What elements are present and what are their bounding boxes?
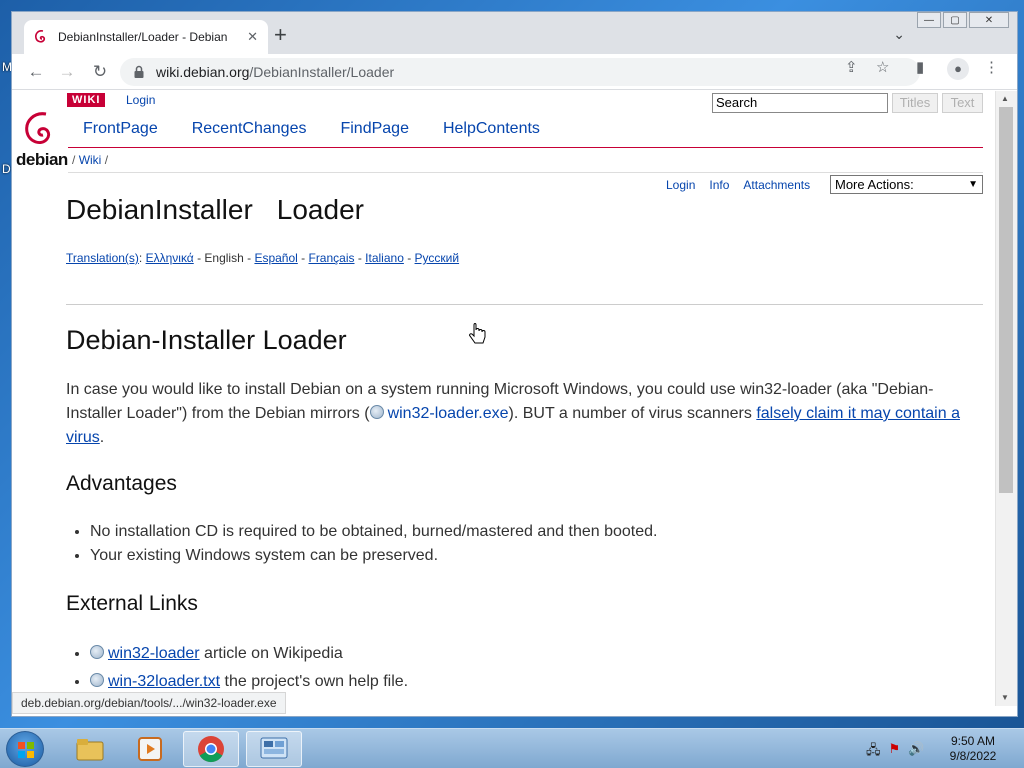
browser-tab[interactable]: DebianInstaller/Loader - Debian ✕ bbox=[24, 20, 268, 54]
translation-spanish[interactable]: Español bbox=[254, 251, 297, 265]
translation-italian[interactable]: Italiano bbox=[365, 251, 404, 265]
browser-window: DebianInstaller/Loader - Debian ✕ + ⌄ — … bbox=[11, 11, 1018, 717]
advantages-list: No installation CD is required to be obt… bbox=[90, 520, 657, 568]
list-item: No installation CD is required to be obt… bbox=[90, 520, 657, 544]
translation-french[interactable]: Français bbox=[308, 251, 354, 265]
globe-icon bbox=[90, 673, 104, 687]
clock[interactable]: 9:50 AM 9/8/2022 bbox=[940, 734, 1006, 764]
list-item: win32-loader article on Wikipedia bbox=[90, 640, 408, 668]
network-icon[interactable]: 🖧 bbox=[866, 741, 881, 763]
advantages-heading: Advantages bbox=[66, 472, 177, 495]
search-input[interactable]: Search bbox=[712, 93, 888, 113]
text-button[interactable]: Text bbox=[942, 93, 983, 113]
tab-title: DebianInstaller/Loader - Debian bbox=[58, 30, 228, 44]
taskbar-media-player[interactable] bbox=[122, 731, 178, 767]
close-tab-icon[interactable]: ✕ bbox=[247, 29, 258, 45]
menu-kebab-icon[interactable]: ⋮ bbox=[984, 58, 999, 76]
browser-toolbar: ← → ↻ wiki.debian.org/DebianInstaller/Lo… bbox=[12, 54, 1017, 90]
folder-icon bbox=[76, 739, 104, 761]
share-icon[interactable]: ⇪ bbox=[845, 58, 858, 76]
intro-paragraph: In case you would like to install Debian… bbox=[66, 381, 960, 446]
debian-swirl-icon bbox=[35, 30, 46, 43]
wiki-badge: WIKI bbox=[67, 93, 106, 107]
lock-icon bbox=[134, 65, 144, 78]
reload-icon[interactable]: ↻ bbox=[89, 61, 111, 83]
taskbar-control-panel[interactable] bbox=[246, 731, 302, 767]
scroll-down-icon[interactable]: ▼ bbox=[1001, 693, 1009, 702]
system-tray: 🖧 ⚑ 🔊 bbox=[866, 741, 924, 763]
nav-helpcontents[interactable]: HelpContents bbox=[443, 120, 540, 138]
vertical-scrollbar[interactable]: ▲ ▼ bbox=[995, 91, 1017, 706]
windows-logo-icon bbox=[18, 742, 34, 758]
action-login[interactable]: Login bbox=[666, 178, 695, 192]
globe-icon bbox=[369, 405, 384, 419]
address-bar[interactable]: wiki.debian.org/DebianInstaller/Loader bbox=[120, 58, 920, 86]
nav-recentchanges[interactable]: RecentChanges bbox=[192, 120, 307, 138]
breadcrumb-wiki[interactable]: Wiki bbox=[79, 153, 102, 167]
debian-logo-icon[interactable] bbox=[16, 108, 68, 156]
volume-icon[interactable]: 🔊 bbox=[908, 741, 924, 763]
breadcrumb-divider bbox=[68, 172, 983, 173]
address-url: wiki.debian.org/DebianInstaller/Loader bbox=[156, 64, 395, 80]
external-links-list: win32-loader article on Wikipedia win-32… bbox=[90, 640, 408, 696]
breadcrumb: / Wiki / bbox=[72, 153, 109, 167]
control-panel-icon bbox=[260, 737, 288, 759]
login-link[interactable]: Login bbox=[126, 93, 155, 107]
tab-search-icon[interactable]: ⌄ bbox=[893, 26, 905, 43]
minimize-button[interactable]: — bbox=[917, 12, 941, 28]
profile-avatar-icon[interactable]: ● bbox=[947, 58, 969, 80]
status-bar: deb.debian.org/debian/tools/.../win32-lo… bbox=[12, 692, 286, 714]
translation-russian[interactable]: Русский bbox=[415, 251, 460, 265]
start-button[interactable] bbox=[6, 731, 44, 767]
wiki-nav: FrontPage RecentChanges FindPage HelpCon… bbox=[83, 120, 540, 138]
forward-icon[interactable]: → bbox=[56, 61, 78, 83]
scroll-thumb[interactable] bbox=[999, 107, 1013, 493]
titles-button[interactable]: Titles bbox=[892, 93, 938, 113]
scroll-up-icon[interactable]: ▲ bbox=[1001, 94, 1009, 103]
chevron-down-icon: ▼ bbox=[968, 179, 978, 190]
side-panel-icon[interactable]: ▮ bbox=[916, 58, 924, 76]
nav-findpage[interactable]: FindPage bbox=[340, 120, 409, 138]
nav-frontpage[interactable]: FrontPage bbox=[83, 120, 158, 138]
page-content: debian WIKI Login Search Titles Text Fro… bbox=[12, 91, 995, 716]
chrome-icon bbox=[198, 736, 224, 763]
debian-logo-text[interactable]: debian bbox=[16, 150, 68, 170]
win32-loader-exe-link[interactable]: win32-loader.exe bbox=[388, 405, 509, 422]
action-attachments[interactable]: Attachments bbox=[743, 178, 810, 192]
action-center-icon[interactable]: ⚑ bbox=[889, 741, 901, 763]
desktop-icon-label[interactable]: D bbox=[2, 162, 11, 176]
external-links-heading: External Links bbox=[66, 592, 198, 615]
page-title: DebianInstaller Loader bbox=[66, 194, 364, 225]
taskbar-chrome[interactable] bbox=[183, 731, 239, 767]
translation-greek[interactable]: Ελληνικά bbox=[146, 251, 194, 265]
article-heading: Debian-Installer Loader bbox=[66, 325, 347, 355]
nav-divider bbox=[68, 147, 983, 148]
translation-english: English bbox=[204, 251, 244, 265]
clock-date: 9/8/2022 bbox=[949, 749, 997, 763]
more-actions-select[interactable]: More Actions: ▼ bbox=[830, 175, 983, 194]
hand-cursor-icon bbox=[469, 323, 486, 344]
content-divider bbox=[66, 304, 983, 305]
translations-bar: Translation(s): Ελληνικά - English - Esp… bbox=[66, 251, 460, 265]
media-player-icon bbox=[138, 737, 162, 761]
back-icon[interactable]: ← bbox=[25, 61, 47, 83]
wikipedia-link[interactable]: win32-loader bbox=[108, 645, 200, 662]
restore-button[interactable]: ▢ bbox=[943, 12, 967, 28]
wikipedia-icon bbox=[90, 645, 104, 659]
tab-strip: DebianInstaller/Loader - Debian ✕ + ⌄ — … bbox=[12, 12, 1017, 54]
new-tab-button[interactable]: + bbox=[274, 24, 287, 46]
list-item: Your existing Windows system can be pres… bbox=[90, 544, 657, 568]
clock-time: 9:50 AM bbox=[950, 734, 996, 748]
action-info[interactable]: Info bbox=[709, 178, 729, 192]
close-window-button[interactable]: ✕ bbox=[969, 12, 1009, 28]
help-file-link[interactable]: win-32loader.txt bbox=[108, 673, 220, 690]
bookmark-star-icon[interactable]: ☆ bbox=[876, 58, 889, 76]
taskbar: 🖧 ⚑ 🔊 9:50 AM 9/8/2022 bbox=[0, 728, 1024, 768]
taskbar-explorer[interactable] bbox=[62, 731, 118, 767]
translations-label-link[interactable]: Translation(s) bbox=[66, 251, 139, 265]
page-actions: Login Info Attachments bbox=[666, 178, 810, 192]
